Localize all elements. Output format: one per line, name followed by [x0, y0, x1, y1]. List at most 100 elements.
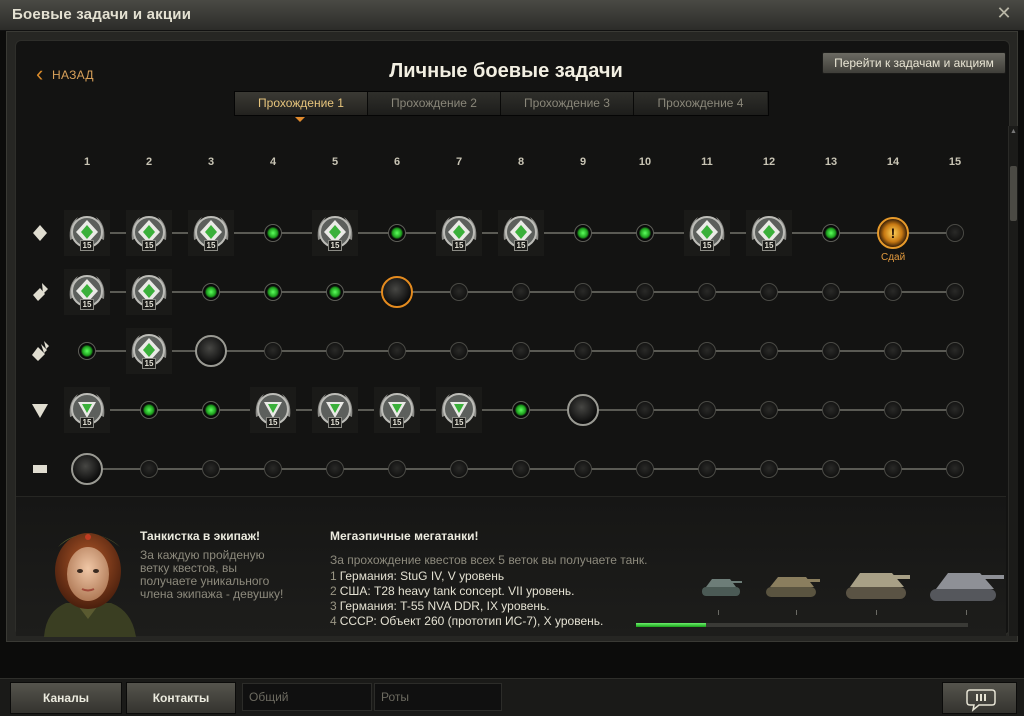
quest-node-locked[interactable] [636, 342, 654, 360]
quest-node-locked[interactable] [512, 342, 530, 360]
tank-t28-icon[interactable] [762, 563, 822, 603]
completed-quest-medal[interactable]: 15 [250, 387, 296, 433]
chat-tab-companies[interactable]: Роты [374, 683, 502, 711]
tank-stug-iv-icon[interactable] [698, 569, 744, 603]
completed-quest-medal[interactable]: 15 [498, 210, 544, 256]
quest-node-available[interactable] [388, 224, 406, 242]
back-button[interactable]: ‹ НАЗАД [36, 63, 94, 87]
quest-node-locked[interactable] [884, 401, 902, 419]
quest-node-locked[interactable] [946, 283, 964, 301]
quest-node-available[interactable] [264, 224, 282, 242]
quest-node-locked[interactable] [574, 283, 592, 301]
completed-quest-medal[interactable]: 15 [64, 269, 110, 315]
quest-node-available[interactable] [140, 401, 158, 419]
tab-pass-2[interactable]: Прохождение 2 [368, 92, 501, 115]
quest-node-available[interactable] [202, 401, 220, 419]
quest-node-locked[interactable] [822, 342, 840, 360]
completed-quest-medal[interactable]: 15 [312, 387, 358, 433]
td-icon [30, 400, 50, 420]
completed-quest-medal[interactable]: 15 [126, 210, 172, 256]
completed-quest-medal[interactable]: 15 [684, 210, 730, 256]
quest-node-locked[interactable] [512, 283, 530, 301]
quest-node-current[interactable] [195, 335, 227, 367]
chat-messages-button[interactable] [942, 682, 1017, 714]
quest-node-locked[interactable] [822, 401, 840, 419]
tab-label: Прохождение 3 [524, 96, 610, 110]
quests-panel: ‹ НАЗАД Личные боевые задачи Перейти к з… [15, 40, 1018, 637]
quest-node-locked[interactable] [884, 283, 902, 301]
quest-node-locked[interactable] [884, 460, 902, 478]
column-number: 10 [638, 156, 652, 168]
quest-node-available[interactable] [636, 224, 654, 242]
quest-node-locked[interactable] [822, 460, 840, 478]
completed-quest-medal[interactable]: 15 [64, 387, 110, 433]
quest-node-locked[interactable] [760, 342, 778, 360]
quest-node-locked[interactable] [760, 283, 778, 301]
completed-quest-medal[interactable]: 15 [312, 210, 358, 256]
quest-node-available[interactable] [78, 342, 96, 360]
quest-node-locked[interactable] [202, 460, 220, 478]
quest-node-locked[interactable] [946, 224, 964, 242]
back-label: НАЗАД [52, 68, 94, 82]
completed-quest-medal[interactable]: 15 [64, 210, 110, 256]
quest-node-locked[interactable] [698, 283, 716, 301]
quest-node-locked[interactable] [946, 342, 964, 360]
quest-node-locked[interactable] [636, 460, 654, 478]
quest-node-locked[interactable] [574, 342, 592, 360]
scroll-up-icon[interactable]: ▲ [1010, 128, 1017, 136]
completed-quest-medal[interactable]: 15 [436, 210, 482, 256]
quest-node-locked[interactable] [264, 342, 282, 360]
quest-node-locked[interactable] [698, 401, 716, 419]
quest-node-locked[interactable] [326, 460, 344, 478]
quest-node-available[interactable] [574, 224, 592, 242]
quest-node-locked[interactable] [698, 342, 716, 360]
quest-node-locked[interactable] [636, 401, 654, 419]
close-icon[interactable]: ✕ [996, 4, 1012, 22]
tank-t55-icon[interactable] [842, 557, 912, 605]
quest-node-locked[interactable] [450, 342, 468, 360]
completed-quest-medal[interactable]: 15 [126, 328, 172, 374]
quest-node-current[interactable] [567, 394, 599, 426]
quest-node-locked[interactable] [636, 283, 654, 301]
quest-node-available[interactable] [264, 283, 282, 301]
quest-node-alert[interactable]: ! [877, 217, 909, 249]
quest-node-locked[interactable] [698, 460, 716, 478]
completed-quest-medal[interactable]: 15 [126, 269, 172, 315]
quest-node-locked[interactable] [450, 460, 468, 478]
goto-quests-button[interactable]: Перейти к задачам и акциям [822, 52, 1006, 74]
completed-quest-medal[interactable]: 15 [188, 210, 234, 256]
quest-node-locked[interactable] [574, 460, 592, 478]
quest-node-locked[interactable] [140, 460, 158, 478]
completed-quest-medal[interactable]: 15 [436, 387, 482, 433]
channels-button[interactable]: Каналы [10, 682, 122, 714]
quest-node-locked[interactable] [326, 342, 344, 360]
scrollbar[interactable]: ▲ [1008, 126, 1018, 636]
quest-node-available[interactable] [822, 224, 840, 242]
quest-node-available[interactable] [512, 401, 530, 419]
tab-pass-4[interactable]: Прохождение 4 [634, 92, 767, 115]
quest-node-current[interactable] [381, 276, 413, 308]
quest-node-locked[interactable] [946, 460, 964, 478]
quest-node-locked[interactable] [512, 460, 530, 478]
tank-object-260-icon[interactable] [926, 557, 1006, 607]
quest-node-locked[interactable] [822, 283, 840, 301]
quest-node-locked[interactable] [450, 283, 468, 301]
quest-node-locked[interactable] [884, 342, 902, 360]
completed-quest-medal[interactable]: 15 [374, 387, 420, 433]
completed-quest-medal[interactable]: 15 [746, 210, 792, 256]
tab-pass-1[interactable]: Прохождение 1 [235, 92, 368, 122]
quest-node-current[interactable] [71, 453, 103, 485]
scroll-thumb[interactable] [1010, 166, 1017, 221]
quest-node-locked[interactable] [264, 460, 282, 478]
mega-reward-list: 1 Германия: StuG IV, V уровень 2 США: T28 … [330, 569, 603, 629]
quest-node-locked[interactable] [388, 460, 406, 478]
quest-node-available[interactable] [326, 283, 344, 301]
tab-pass-3[interactable]: Прохождение 3 [501, 92, 634, 115]
quest-node-locked[interactable] [946, 401, 964, 419]
quest-node-locked[interactable] [760, 460, 778, 478]
chat-tab-general[interactable]: Общий [242, 683, 372, 711]
contacts-button[interactable]: Контакты [126, 682, 236, 714]
quest-node-locked[interactable] [760, 401, 778, 419]
quest-node-available[interactable] [202, 283, 220, 301]
quest-node-locked[interactable] [388, 342, 406, 360]
